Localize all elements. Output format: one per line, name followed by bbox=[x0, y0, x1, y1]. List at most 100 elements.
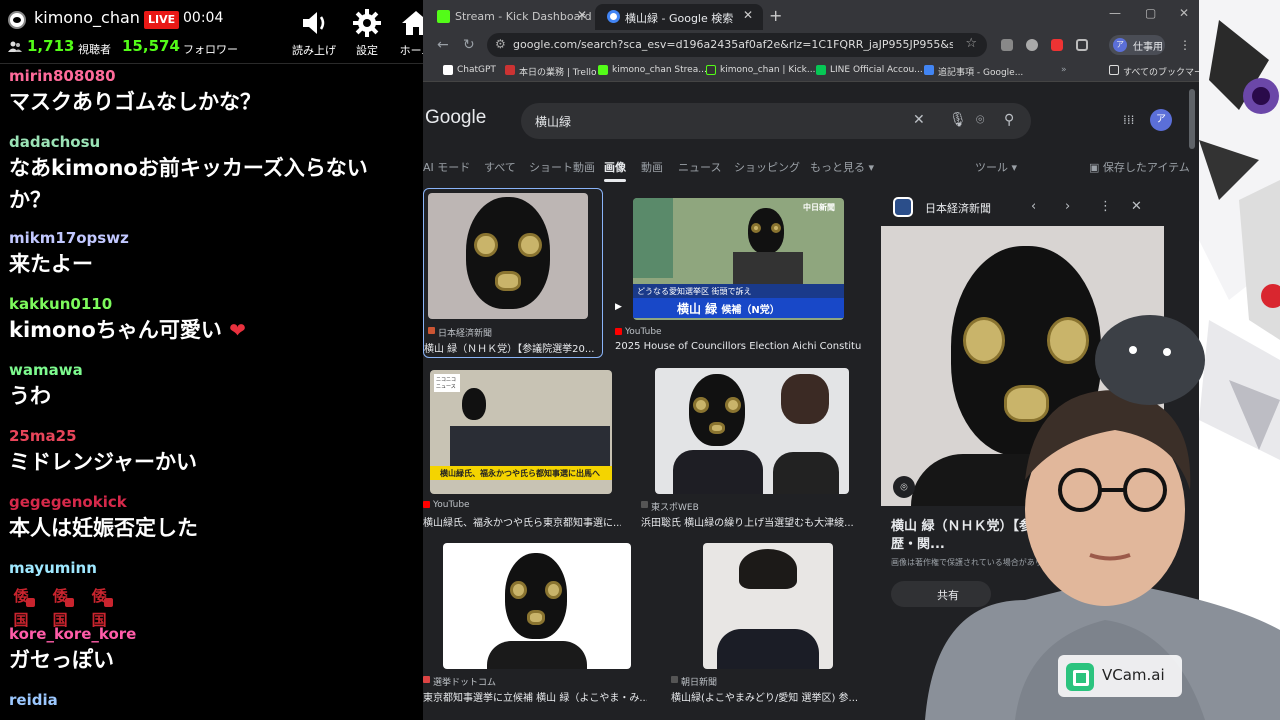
image-result[interactable]: ニコニコ ニュース 横山緑氏、福永かつや氏ら都知事選に出馬へ YouTube 横… bbox=[423, 368, 623, 529]
tab-ai-mode[interactable]: AI モード bbox=[423, 159, 470, 175]
chat-username[interactable]: dadachosu bbox=[9, 132, 414, 152]
youtube-extension-icon[interactable] bbox=[1051, 39, 1063, 51]
video-play-icon[interactable]: ▶ bbox=[615, 302, 622, 312]
bookmark-star-icon[interactable]: ☆ bbox=[965, 36, 977, 51]
tab-images[interactable]: 画像 bbox=[604, 159, 626, 175]
bookmark-item[interactable]: 追記事項 - Google... bbox=[924, 65, 1023, 78]
viewer-count: 1,713 bbox=[27, 37, 75, 55]
chat-message: mikm17opswz 来たよー bbox=[0, 228, 423, 294]
masked-face-image bbox=[505, 553, 567, 639]
chat-message: reidia bbox=[0, 690, 423, 720]
puzzle-extensions-icon[interactable] bbox=[1076, 39, 1088, 51]
result-thumbnail[interactable] bbox=[443, 543, 631, 669]
close-tab-icon[interactable]: ✕ bbox=[743, 8, 753, 22]
account-avatar[interactable]: ア bbox=[1150, 109, 1172, 131]
chat-username[interactable]: mikm17opswz bbox=[9, 228, 414, 248]
bookmark-item[interactable]: kimono_chan | Kick... bbox=[706, 65, 815, 75]
chat-username[interactable]: reidia bbox=[9, 690, 414, 710]
bookmark-item[interactable]: ChatGPT bbox=[443, 65, 496, 75]
tab-kick-dashboard[interactable]: Stream - Kick Dashboard ✕ bbox=[425, 4, 597, 30]
saved-items-button[interactable]: ▣ 保存したアイテム bbox=[1089, 159, 1190, 175]
image-result[interactable]: 選挙ドットコム 東京都知事選挙に立候補 横山 緑（よこやま・み... bbox=[423, 541, 653, 704]
close-tab-icon[interactable]: ✕ bbox=[577, 8, 587, 22]
publisher-logo bbox=[893, 197, 913, 217]
tab-google-search[interactable]: 横山緑 - Google 検索 ✕ bbox=[595, 4, 763, 30]
tab-shopping[interactable]: ショッピング bbox=[734, 159, 800, 175]
page-scrollbar[interactable] bbox=[1189, 89, 1195, 149]
masked-face-image bbox=[689, 374, 745, 446]
chat-username[interactable]: wamawa bbox=[9, 360, 414, 380]
image-result[interactable]: 中日新聞 どうなる愛知選挙区 街頭で訴え 横山 緑 候補（N党） ▶ YouTu… bbox=[613, 188, 863, 358]
more-bookmarks-icon[interactable]: » bbox=[1047, 65, 1067, 75]
chat-username[interactable]: 25ma25 bbox=[9, 426, 414, 446]
back-icon[interactable]: ← bbox=[437, 37, 449, 53]
chat-username[interactable]: kakkun0110 bbox=[9, 294, 414, 314]
panel-more-icon[interactable]: ⋮ bbox=[1099, 199, 1112, 214]
address-bar[interactable]: ⚙ google.com/search?sca_esv=d196a2435af0… bbox=[487, 33, 987, 57]
result-title[interactable]: 東京都知事選挙に立候補 横山 緑（よこやま・み... bbox=[423, 689, 647, 704]
result-title[interactable]: 横山緑氏、福永かつや氏ら東京都知事選に... bbox=[423, 514, 621, 529]
result-thumbnail[interactable]: ニコニコ ニュース 横山緑氏、福永かつや氏ら都知事選に出馬へ bbox=[430, 370, 612, 494]
tab-news[interactable]: ニュース bbox=[678, 159, 721, 175]
image-result[interactable]: 朝日新聞 横山緑(よこやまみどり/愛知 選挙区) 参... bbox=[671, 541, 881, 704]
extension-icon[interactable] bbox=[1026, 39, 1038, 51]
tab-videos[interactable]: 動画 bbox=[641, 159, 663, 175]
google-apps-icon[interactable]: ⁞⁞⁞ bbox=[1123, 113, 1134, 127]
result-title[interactable]: 2025 House of Councillors Election Aichi… bbox=[615, 341, 861, 352]
niconico-logo: ニコニコ ニュース bbox=[434, 374, 460, 392]
result-title[interactable]: 横山 緑（ＮＨＫ党）【参議院選挙20... bbox=[424, 340, 600, 355]
publisher-name[interactable]: 日本経済新聞 bbox=[925, 200, 991, 216]
tab-all[interactable]: すべて bbox=[484, 159, 516, 175]
chat-username[interactable]: kore_kore_kore bbox=[9, 624, 414, 644]
reload-icon[interactable]: ↻ bbox=[463, 37, 475, 53]
next-image-icon[interactable]: › bbox=[1065, 199, 1070, 214]
home-icon bbox=[402, 11, 423, 35]
tab-title: 横山緑 - Google 検索 bbox=[625, 12, 734, 25]
chat-username[interactable]: mirin808080 bbox=[9, 66, 414, 86]
voice-search-icon[interactable]: 🎙 bbox=[949, 112, 967, 128]
window-close-icon[interactable]: ✕ bbox=[1179, 6, 1189, 20]
home-button[interactable]: ホーム bbox=[386, 6, 423, 58]
close-panel-icon[interactable]: ✕ bbox=[1131, 199, 1142, 214]
japan-stamp-emote: 倭国 bbox=[9, 584, 35, 629]
search-query[interactable]: 横山緑 bbox=[535, 113, 571, 130]
url-text[interactable]: google.com/search?sca_esv=d196a2435af0af… bbox=[513, 38, 953, 51]
prev-image-icon[interactable]: ‹ bbox=[1031, 199, 1036, 214]
result-title[interactable]: 浜田聡氏 横山緑の繰り上げ当選望むも大津綾... bbox=[641, 514, 861, 529]
chat-username[interactable]: gegegenokick bbox=[9, 492, 414, 512]
image-result[interactable]: 日本経済新聞 横山 緑（ＮＨＫ党）【参議院選挙20... bbox=[423, 188, 603, 358]
vcam-watermark: VCam.ai bbox=[1058, 655, 1182, 697]
profile-chip[interactable]: 仕事用 bbox=[1109, 35, 1165, 55]
result-thumbnail[interactable] bbox=[428, 193, 588, 319]
maximize-icon[interactable]: ▢ bbox=[1145, 6, 1156, 20]
minimize-icon[interactable]: — bbox=[1109, 6, 1121, 20]
result-thumbnail[interactable]: 中日新聞 どうなる愛知選挙区 街頭で訴え 横山 緑 候補（N党） bbox=[633, 198, 844, 320]
more-menu-icon[interactable]: ⋮ bbox=[1179, 38, 1191, 52]
result-title[interactable]: 横山緑(よこやまみどり/愛知 選挙区) 参... bbox=[671, 689, 877, 704]
tools-button[interactable]: ツール ▾ bbox=[975, 159, 1017, 175]
google-logo[interactable]: Google bbox=[425, 107, 486, 129]
read-aloud-button[interactable]: 読み上げ bbox=[284, 6, 344, 58]
extension-icon[interactable] bbox=[1001, 39, 1013, 51]
tab-more[interactable]: もっと見る ▾ bbox=[810, 159, 874, 175]
all-bookmarks-folder[interactable]: すべてのブックマーク bbox=[1109, 65, 1199, 78]
result-thumbnail[interactable] bbox=[703, 543, 833, 669]
result-source: 東スポWEB bbox=[641, 500, 699, 513]
channel-avatar[interactable] bbox=[8, 11, 26, 29]
image-result[interactable]: 東スポWEB 浜田聡氏 横山緑の繰り上げ当選望むも大津綾... bbox=[641, 368, 881, 529]
bookmark-item[interactable]: kimono_chan Strea... bbox=[598, 65, 707, 75]
search-input[interactable]: 横山緑 ✕ 🎙 ⌾ ⚲ bbox=[521, 103, 1031, 139]
chat-username[interactable]: mayuminn bbox=[9, 558, 414, 578]
new-tab-icon[interactable]: + bbox=[769, 6, 782, 25]
lens-search-icon[interactable]: ⌾ bbox=[976, 112, 984, 128]
bookmark-item[interactable]: 本日の業務 | Trello bbox=[505, 65, 596, 78]
google-icon bbox=[607, 10, 620, 23]
channel-name[interactable]: kimono_chan bbox=[34, 8, 140, 27]
result-thumbnail[interactable] bbox=[655, 368, 849, 494]
site-info-icon[interactable]: ⚙ bbox=[495, 37, 506, 51]
chat-text: うわ bbox=[9, 384, 51, 408]
clear-search-icon[interactable]: ✕ bbox=[913, 112, 925, 128]
search-icon[interactable]: ⚲ bbox=[1004, 112, 1014, 128]
bookmark-item[interactable]: LINE Official Accou... bbox=[816, 65, 923, 75]
tab-shorts[interactable]: ショート動画 bbox=[529, 159, 595, 175]
